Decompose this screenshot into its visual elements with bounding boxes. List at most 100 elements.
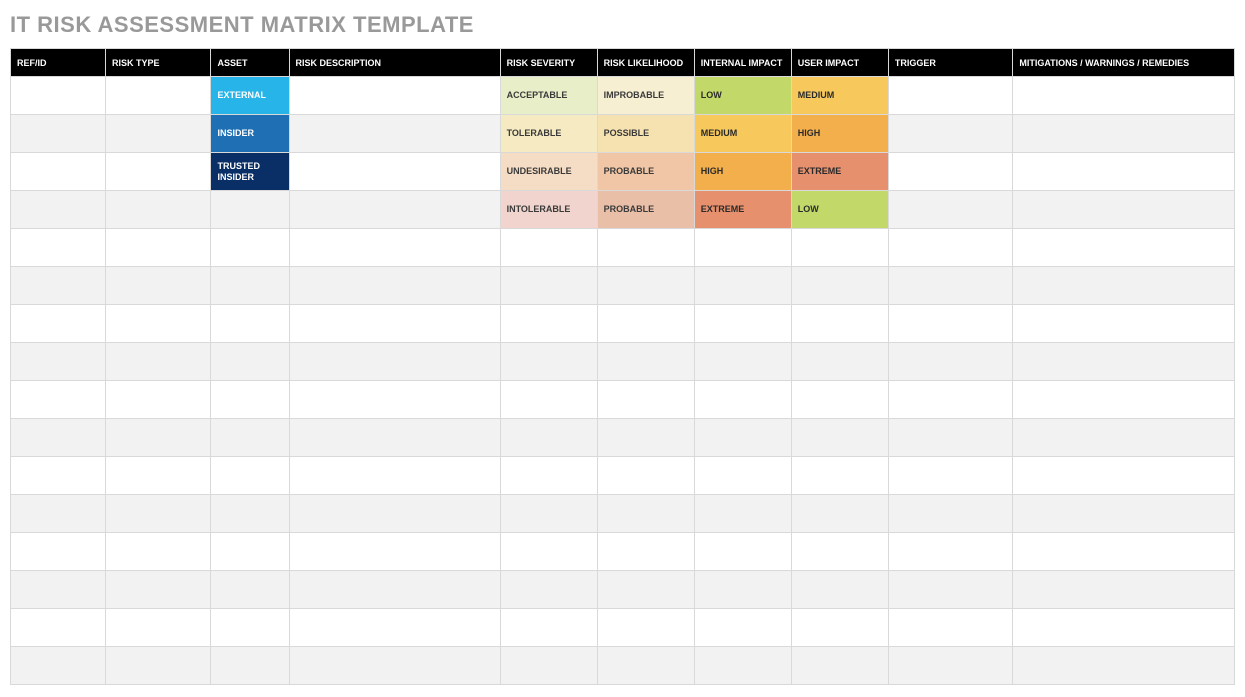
cell-trigger[interactable]	[888, 153, 1013, 191]
cell-mitig[interactable]	[1013, 267, 1235, 305]
cell-riskdesc[interactable]	[289, 647, 500, 685]
cell-risktype[interactable]	[105, 381, 211, 419]
cell-refid[interactable]	[11, 191, 106, 229]
cell-riskdesc[interactable]	[289, 609, 500, 647]
cell-mitig[interactable]	[1013, 419, 1235, 457]
cell-risktype[interactable]	[105, 343, 211, 381]
cell-riskdesc[interactable]	[289, 495, 500, 533]
cell-internal[interactable]	[694, 343, 791, 381]
cell-refid[interactable]	[11, 533, 106, 571]
cell-trigger[interactable]	[888, 647, 1013, 685]
cell-internal[interactable]	[694, 305, 791, 343]
cell-likelihood[interactable]	[597, 495, 694, 533]
cell-asset[interactable]: INSIDER	[211, 115, 289, 153]
cell-internal[interactable]	[694, 609, 791, 647]
cell-mitig[interactable]	[1013, 77, 1235, 115]
table-row[interactable]	[11, 343, 1235, 381]
cell-user[interactable]	[791, 495, 888, 533]
cell-internal[interactable]	[694, 571, 791, 609]
cell-likelihood[interactable]	[597, 571, 694, 609]
cell-likelihood[interactable]	[597, 647, 694, 685]
cell-riskdesc[interactable]	[289, 571, 500, 609]
cell-asset[interactable]	[211, 305, 289, 343]
cell-likelihood[interactable]	[597, 267, 694, 305]
cell-user[interactable]	[791, 533, 888, 571]
cell-trigger[interactable]	[888, 457, 1013, 495]
cell-trigger[interactable]	[888, 229, 1013, 267]
cell-mitig[interactable]	[1013, 229, 1235, 267]
cell-severity[interactable]: UNDESIRABLE	[500, 153, 597, 191]
cell-severity[interactable]	[500, 419, 597, 457]
cell-internal[interactable]	[694, 229, 791, 267]
cell-user[interactable]: HIGH	[791, 115, 888, 153]
cell-severity[interactable]	[500, 229, 597, 267]
cell-riskdesc[interactable]	[289, 305, 500, 343]
cell-refid[interactable]	[11, 647, 106, 685]
cell-asset[interactable]	[211, 495, 289, 533]
cell-risktype[interactable]	[105, 647, 211, 685]
cell-trigger[interactable]	[888, 381, 1013, 419]
cell-refid[interactable]	[11, 343, 106, 381]
table-row[interactable]: TRUSTED INSIDERUNDESIRABLEPROBABLEHIGHEX…	[11, 153, 1235, 191]
cell-asset[interactable]	[211, 647, 289, 685]
cell-likelihood[interactable]	[597, 305, 694, 343]
cell-severity[interactable]	[500, 495, 597, 533]
cell-riskdesc[interactable]	[289, 419, 500, 457]
cell-risktype[interactable]	[105, 419, 211, 457]
cell-user[interactable]: EXTREME	[791, 153, 888, 191]
cell-internal[interactable]	[694, 381, 791, 419]
cell-mitig[interactable]	[1013, 457, 1235, 495]
table-row[interactable]	[11, 495, 1235, 533]
cell-refid[interactable]	[11, 229, 106, 267]
cell-refid[interactable]	[11, 77, 106, 115]
cell-mitig[interactable]	[1013, 495, 1235, 533]
cell-user[interactable]	[791, 229, 888, 267]
cell-mitig[interactable]	[1013, 647, 1235, 685]
table-row[interactable]	[11, 609, 1235, 647]
cell-user[interactable]	[791, 381, 888, 419]
cell-mitig[interactable]	[1013, 381, 1235, 419]
cell-riskdesc[interactable]	[289, 115, 500, 153]
cell-risktype[interactable]	[105, 229, 211, 267]
cell-refid[interactable]	[11, 305, 106, 343]
cell-riskdesc[interactable]	[289, 457, 500, 495]
cell-mitig[interactable]	[1013, 571, 1235, 609]
cell-internal[interactable]	[694, 495, 791, 533]
cell-likelihood[interactable]: PROBABLE	[597, 191, 694, 229]
cell-user[interactable]: MEDIUM	[791, 77, 888, 115]
cell-risktype[interactable]	[105, 77, 211, 115]
cell-asset[interactable]	[211, 229, 289, 267]
cell-trigger[interactable]	[888, 495, 1013, 533]
table-row[interactable]	[11, 267, 1235, 305]
cell-internal[interactable]: EXTREME	[694, 191, 791, 229]
cell-likelihood[interactable]	[597, 229, 694, 267]
cell-trigger[interactable]	[888, 115, 1013, 153]
table-row[interactable]	[11, 533, 1235, 571]
cell-user[interactable]	[791, 419, 888, 457]
cell-asset[interactable]: TRUSTED INSIDER	[211, 153, 289, 191]
cell-risktype[interactable]	[105, 571, 211, 609]
cell-asset[interactable]	[211, 381, 289, 419]
cell-severity[interactable]	[500, 533, 597, 571]
cell-refid[interactable]	[11, 381, 106, 419]
cell-asset[interactable]	[211, 267, 289, 305]
table-row[interactable]	[11, 381, 1235, 419]
cell-risktype[interactable]	[105, 305, 211, 343]
table-row[interactable]: INTOLERABLEPROBABLEEXTREMELOW	[11, 191, 1235, 229]
cell-refid[interactable]	[11, 115, 106, 153]
cell-mitig[interactable]	[1013, 533, 1235, 571]
cell-internal[interactable]	[694, 267, 791, 305]
cell-mitig[interactable]	[1013, 305, 1235, 343]
cell-user[interactable]	[791, 647, 888, 685]
cell-user[interactable]	[791, 305, 888, 343]
cell-riskdesc[interactable]	[289, 229, 500, 267]
cell-refid[interactable]	[11, 609, 106, 647]
cell-mitig[interactable]	[1013, 343, 1235, 381]
table-row[interactable]	[11, 229, 1235, 267]
cell-trigger[interactable]	[888, 305, 1013, 343]
cell-mitig[interactable]	[1013, 191, 1235, 229]
cell-asset[interactable]	[211, 419, 289, 457]
cell-refid[interactable]	[11, 267, 106, 305]
cell-refid[interactable]	[11, 571, 106, 609]
cell-internal[interactable]: HIGH	[694, 153, 791, 191]
